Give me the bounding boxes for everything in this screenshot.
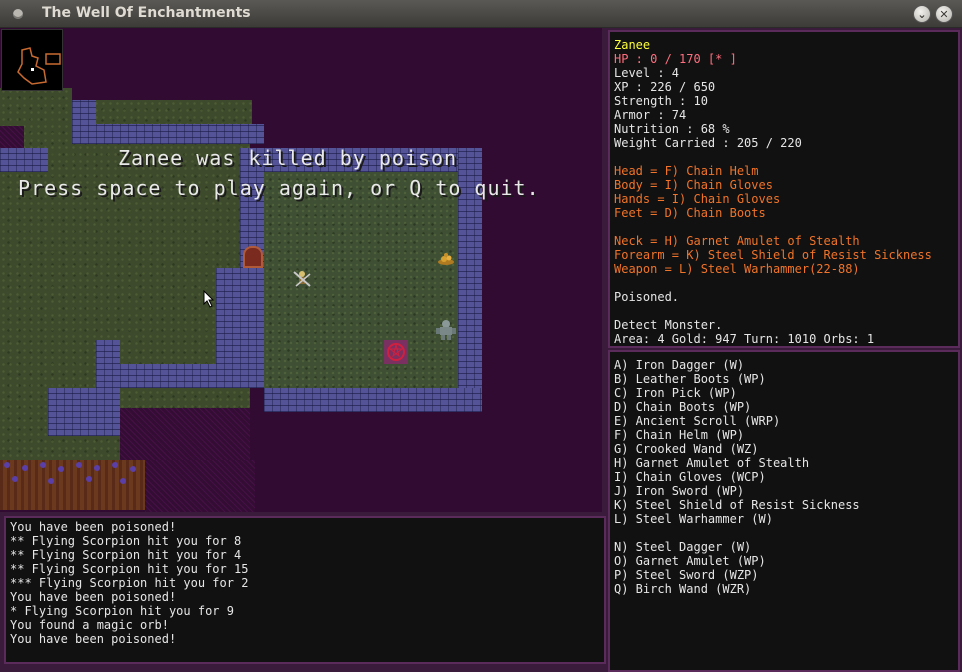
- level-readout: Level : 4: [614, 66, 680, 80]
- grass-area: [0, 88, 72, 128]
- window-titlebar: The Well Of Enchantments ⌄ ✕: [0, 0, 962, 28]
- inventory-item[interactable]: F) Chain Helm (WP): [614, 428, 744, 442]
- gold-pile-icon[interactable]: [436, 250, 456, 266]
- inventory-item[interactable]: L) Steel Warhammer (W): [614, 512, 773, 526]
- inventory-item[interactable]: O) Garnet Amulet (WP): [614, 554, 766, 568]
- minimize-button[interactable]: ⌄: [913, 5, 931, 23]
- log-message: You have been poisoned!: [10, 520, 177, 534]
- stone-golem-icon[interactable]: [434, 318, 458, 340]
- strength-readout: Strength : 10: [614, 94, 708, 108]
- hp-readout: HP : 0 / 170 [* ]: [614, 52, 737, 66]
- message-log-panel: You have been poisoned! ** Flying Scorpi…: [4, 516, 606, 664]
- inventory-item[interactable]: H) Garnet Amulet of Stealth: [614, 456, 809, 470]
- armor-readout: Armor : 74: [614, 108, 687, 122]
- stone-wall: [72, 124, 264, 144]
- inventory-item[interactable]: A) Iron Dagger (W): [614, 358, 744, 372]
- status-effect: Detect Monster.: [614, 318, 723, 332]
- nutrition-readout: Nutrition : 68 %: [614, 122, 730, 136]
- log-message: You have been poisoned!: [10, 590, 177, 604]
- equipment-slot: Head = F) Chain Helm: [614, 164, 759, 178]
- log-message: You have been poisoned!: [10, 632, 177, 646]
- equipment-slot: Hands = I) Chain Gloves: [614, 192, 781, 206]
- void-area: [120, 408, 250, 460]
- inventory-item[interactable]: P) Steel Sword (WZP): [614, 568, 759, 582]
- inventory-item[interactable]: D) Chain Boots (WP): [614, 400, 751, 414]
- log-message: *** Flying Scorpion hit you for 2: [10, 576, 249, 590]
- void-area: [145, 460, 255, 512]
- trap-rune-icon[interactable]: [384, 340, 408, 364]
- death-message: Zanee was killed by poison: [118, 146, 458, 170]
- accessory-slot: Forearm = K) Steel Shield of Resist Sick…: [614, 248, 932, 262]
- xp-readout: XP : 226 / 650: [614, 80, 716, 94]
- status-effect: Poisoned.: [614, 290, 680, 304]
- wooden-door-icon[interactable]: [243, 246, 263, 268]
- flower-bed: [0, 460, 145, 510]
- window-menu-icon[interactable]: [13, 9, 23, 19]
- close-button[interactable]: ✕: [935, 5, 953, 23]
- log-message: ** Flying Scorpion hit you for 8: [10, 534, 242, 548]
- game-status-footer: Area: 4 Gold: 947 Turn: 1010 Orbs: 1: [614, 332, 875, 346]
- mouse-cursor-icon: [203, 289, 215, 312]
- weight-readout: Weight Carried : 205 / 220: [614, 136, 802, 150]
- minimap[interactable]: [1, 29, 63, 91]
- stone-wall: [0, 148, 48, 172]
- character-name: Zanee: [614, 38, 651, 52]
- restart-prompt: Press space to play again, or Q to quit.: [18, 176, 540, 200]
- stone-wall: [264, 388, 482, 412]
- void-area: [0, 126, 24, 148]
- character-stats-panel: Zanee HP : 0 / 170 [* ] Level : 4 XP : 2…: [608, 30, 960, 348]
- inventory-item[interactable]: C) Iron Pick (WP): [614, 386, 737, 400]
- inventory-item[interactable]: N) Steel Dagger (W): [614, 540, 751, 554]
- inventory-item[interactable]: J) Iron Sword (WP): [614, 484, 744, 498]
- inventory-item[interactable]: B) Leather Boots (WP): [614, 372, 766, 386]
- stone-wall: [48, 388, 120, 436]
- inventory-item[interactable]: K) Steel Shield of Resist Sickness: [614, 498, 860, 512]
- log-message: You found a magic orb!: [10, 618, 169, 632]
- inventory-item[interactable]: E) Ancient Scroll (WRP): [614, 414, 780, 428]
- inventory-item[interactable]: Q) Birch Wand (WZR): [614, 582, 751, 596]
- map-view[interactable]: Zanee was killed by poison Press space t…: [0, 28, 602, 512]
- stone-wall: [72, 100, 96, 126]
- inventory-item[interactable]: G) Crooked Wand (WZ): [614, 442, 759, 456]
- accessory-slot: Neck = H) Garnet Amulet of Stealth: [614, 234, 860, 248]
- stone-wall: [96, 364, 264, 388]
- inventory-panel: A) Iron Dagger (W) B) Leather Boots (WP)…: [608, 350, 960, 672]
- equipment-slot: Body = I) Chain Gloves: [614, 178, 773, 192]
- accessory-slot: Weapon = L) Steel Warhammer(22-88): [614, 262, 860, 276]
- game-window: Zanee was killed by poison Press space t…: [0, 28, 962, 672]
- log-message: * Flying Scorpion hit you for 9: [10, 604, 234, 618]
- equipment-slot: Feet = D) Chain Boots: [614, 206, 766, 220]
- player-character-icon: [290, 268, 314, 290]
- log-message: ** Flying Scorpion hit you for 4: [10, 548, 242, 562]
- inventory-item[interactable]: I) Chain Gloves (WCP): [614, 470, 766, 484]
- log-message: ** Flying Scorpion hit you for 15: [10, 562, 249, 576]
- window-title: The Well Of Enchantments: [42, 5, 251, 21]
